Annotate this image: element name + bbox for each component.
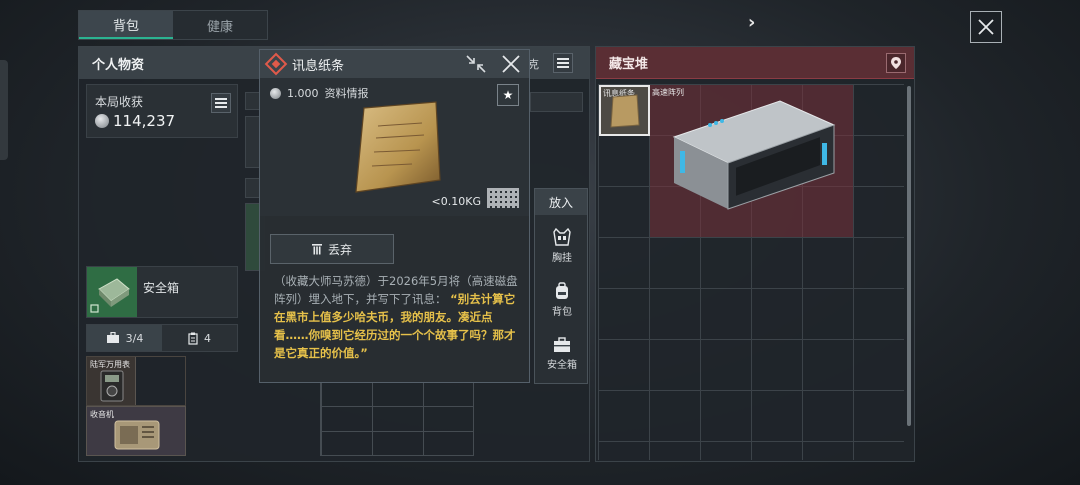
safebox-icon (90, 278, 130, 313)
vest-label: 胸挂 (552, 253, 572, 264)
safebox-slot[interactable]: 安全箱 (86, 266, 238, 318)
location-pin-icon (891, 57, 901, 69)
capacity-card[interactable]: 4 (162, 325, 237, 351)
item-detail-popup: 讯息纸条 1.000 资料情报 ★ <0.10KG 丢弃 （收藏大师马苏德）于2… (259, 49, 530, 383)
discard-button[interactable]: 丢弃 (270, 234, 394, 264)
safebox-label: 安全箱 (143, 281, 180, 295)
capacity-case[interactable]: 3/4 (87, 325, 162, 351)
popup-header: 讯息纸条 (260, 50, 529, 78)
left-edge-handle (0, 60, 8, 160)
item-size-grid-icon (487, 188, 519, 208)
put-into-vest-button[interactable]: 胸挂 (535, 221, 589, 271)
location-button[interactable] (886, 53, 906, 73)
note-item-slot[interactable]: 讯息纸条 (599, 85, 650, 136)
backpack-icon (556, 282, 568, 299)
briefcase-icon (106, 332, 119, 343)
disk-array-item[interactable]: 高速阵列 (650, 85, 853, 237)
chevron-right-icon[interactable]: › (748, 12, 755, 33)
put-into-safebox-button[interactable]: 安全箱 (535, 329, 589, 379)
backpack-grid[interactable] (320, 380, 474, 456)
scrollbar[interactable] (907, 86, 911, 426)
collapse-icon[interactable] (465, 54, 487, 74)
favorite-button[interactable]: ★ (497, 84, 519, 106)
paper-note-icon (355, 101, 441, 193)
clipboard-icon (188, 332, 198, 345)
coin-icon (95, 114, 109, 128)
discard-label: 丢弃 (327, 242, 352, 257)
trash-icon (311, 244, 322, 255)
income-value-row: 114,237 (95, 112, 175, 130)
item-price: 1.000 (287, 86, 319, 100)
income-detail-button[interactable] (211, 93, 231, 113)
paper-note-icon (610, 94, 640, 128)
income-label: 本局收获 (95, 95, 144, 109)
put-into-menu: 放入 胸挂 背包 安全箱 (534, 188, 588, 384)
close-button[interactable] (970, 11, 1002, 43)
round-income-box: 本局收获 114,237 (86, 84, 238, 138)
list-icon (557, 58, 569, 68)
star-icon: ★ (502, 88, 514, 102)
slot-strip (530, 92, 583, 112)
disk-array-icon (672, 100, 836, 210)
capacity-card-value: 4 (204, 331, 211, 345)
safebox-icon (554, 337, 570, 352)
rarity-diamond-icon (264, 52, 288, 76)
backpack-label: 背包 (552, 307, 572, 318)
treasure-pile-header: 藏宝堆 (596, 47, 914, 79)
put-into-backpack-button[interactable]: 背包 (535, 275, 589, 325)
top-tabs: 背包 健康 (78, 10, 268, 40)
capacity-case-value: 3/4 (125, 331, 144, 345)
item-multimeter[interactable]: 陆军万用表 (86, 356, 136, 406)
safebox-action-label: 安全箱 (547, 360, 577, 371)
capacity-bar: 3/4 4 (86, 324, 238, 352)
multimeter-icon (100, 370, 124, 402)
coin-icon (270, 87, 281, 99)
panel-title: 藏宝堆 (609, 57, 649, 72)
safebox-thumbnail (87, 267, 137, 317)
radio-icon (114, 420, 160, 450)
list-icon (215, 98, 227, 108)
close-icon (978, 19, 994, 35)
vest-icon (553, 228, 571, 246)
popup-title: 讯息纸条 (292, 58, 345, 74)
item-weight: <0.10KG (431, 195, 481, 208)
tab-health[interactable]: 健康 (173, 11, 267, 39)
income-value: 114,237 (113, 112, 176, 130)
popup-preview: 1.000 资料情报 ★ <0.10KG (260, 78, 529, 216)
tab-backpack[interactable]: 背包 (79, 11, 173, 39)
sort-button[interactable] (553, 53, 573, 73)
put-into-title: 放入 (535, 189, 587, 215)
popup-close-icon[interactable] (501, 54, 521, 74)
item-radio[interactable]: 收音机 (86, 406, 186, 456)
item-description: （收藏大师马苏德）于2026年5月将（高速磁盘阵列）埋入地下，并写下了讯息： “… (274, 272, 524, 362)
